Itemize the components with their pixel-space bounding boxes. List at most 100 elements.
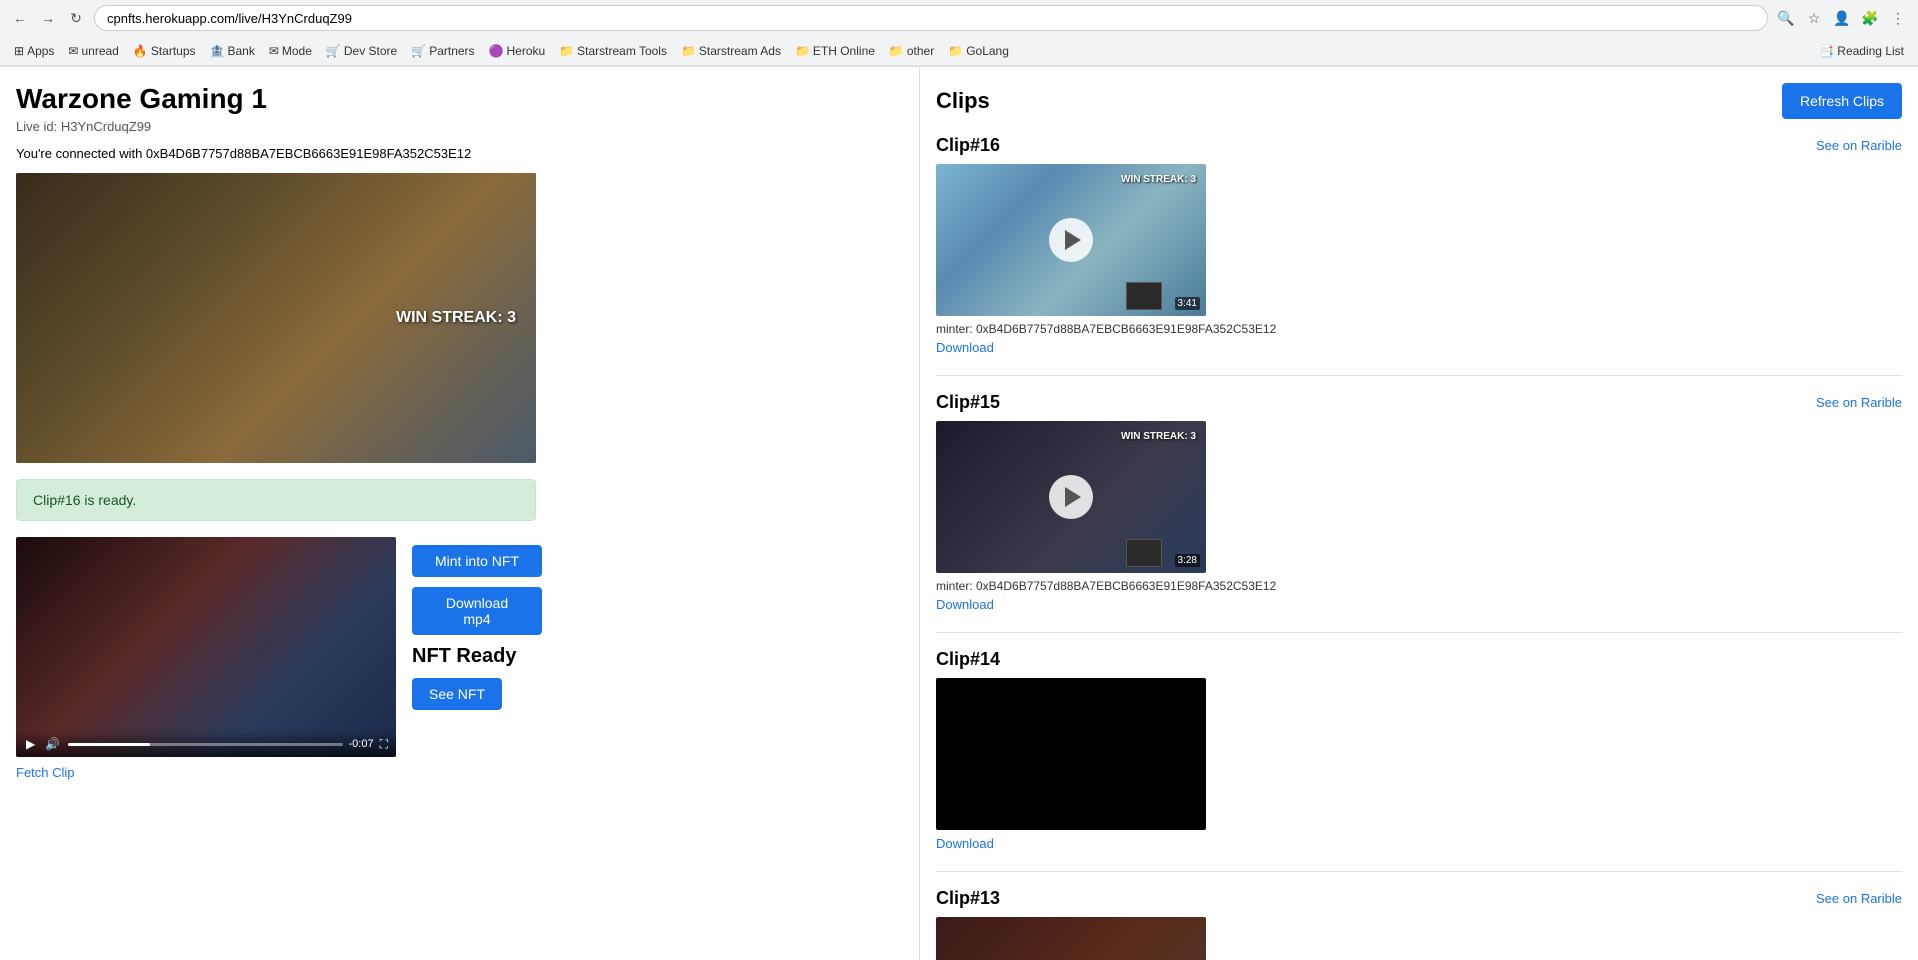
connected-message: You're connected with 0xB4D6B7757d88BA7E… [16,146,903,161]
clip16-number: Clip#16 [936,135,1000,156]
clip-item: Clip#14 Download [936,649,1902,872]
mint-nft-button[interactable]: Mint into NFT [412,545,542,577]
clip16-see-on-rarible[interactable]: See on Rarible [1816,138,1902,153]
bookmark-golang[interactable]: 📁 GoLang [942,42,1015,60]
bookmark-heroku[interactable]: 🟣 Heroku [483,42,552,60]
clip13-number: Clip#13 [936,888,1000,909]
download-mp4-button[interactable]: Download mp4 [412,587,542,635]
browser-toolbar: ← → ↻ 🔍 ☆ 👤 🧩 ⋮ [0,0,1918,36]
folder-icon: 📁 [559,44,574,58]
mute-button[interactable]: 🔊 [43,735,62,753]
reading-list-icon: 📑 [1819,44,1834,58]
clip15-download-link[interactable]: Download [936,597,1902,612]
clip-item: Clip#15 See on Rarible WIN STREAK: 3 3:2… [936,392,1902,633]
clip13-see-on-rarible[interactable]: See on Rarible [1816,891,1902,906]
clip16-header: Clip#16 See on Rarible [936,135,1902,156]
play-triangle-icon [1065,230,1081,250]
main-container: Warzone Gaming 1 Live id: H3YnCrduqZ99 Y… [0,67,1918,960]
mode-icon: ✉ [269,44,279,58]
clip16-download-link[interactable]: Download [936,340,1902,355]
clip14-download-link[interactable]: Download [936,836,1902,851]
bookmark-partners[interactable]: 🛒 Partners [405,42,480,60]
clip15-see-on-rarible[interactable]: See on Rarible [1816,395,1902,410]
nft-ready-label: NFT Ready [412,645,542,668]
bookmark-other[interactable]: 📁 other [883,42,940,60]
bookmark-startups[interactable]: 🔥 Startups [127,42,202,60]
clip15-time: 3:28 [1175,554,1200,567]
clip14-thumbnail [936,678,1206,830]
star-icon[interactable]: ☆ [1802,6,1826,30]
bookmarks-bar: ⊞ Apps ✉ unread 🔥 Startups 🏦 Bank ✉ Mode… [0,36,1918,66]
search-icon[interactable]: 🔍 [1774,6,1798,30]
menu-icon[interactable]: ⋮ [1886,6,1910,30]
clip-item: Clip#13 See on Rarible [936,888,1902,960]
browser-icons: 🔍 ☆ 👤 🧩 ⋮ [1774,6,1910,30]
right-panel: Clips Refresh Clips Clip#16 See on Rarib… [920,67,1918,960]
nav-buttons: ← → ↻ [8,6,88,30]
folder3-icon: 📁 [795,44,810,58]
forward-button[interactable]: → [36,6,60,30]
refresh-clips-button[interactable]: Refresh Clips [1782,83,1902,119]
play-button[interactable]: ▶ [24,735,37,753]
clip16-time: 3:41 [1175,297,1200,310]
bookmark-devstore[interactable]: 🛒 Dev Store [320,42,403,60]
clip15-number: Clip#15 [936,392,1000,413]
profile-icon[interactable]: 👤 [1830,6,1854,30]
clip-section: ▶ 🔊 -0:07 ⛶ Mint into NFT Download mp4 N… [16,537,903,757]
clip15-cam [1126,539,1162,567]
see-nft-button[interactable]: See NFT [412,678,502,710]
main-video-inner: WIN STREAK: 3 [16,173,536,463]
bookmark-unread[interactable]: ✉ unread [62,42,124,60]
bookmark-starstream-tools[interactable]: 📁 Starstream Tools [553,42,673,60]
clip16-minter: minter: 0xB4D6B7757d88BA7EBCB6663E91E98F… [936,322,1902,336]
video-controls: ▶ 🔊 -0:07 ⛶ [16,731,396,757]
partners-icon: 🛒 [411,44,426,58]
bookmark-mode[interactable]: ✉ Mode [263,42,318,60]
fetch-clip-link[interactable]: Fetch Clip [16,765,903,780]
clip15-play-btn[interactable] [1049,475,1093,519]
clip15-header: Clip#15 See on Rarible [936,392,1902,413]
clip16-cam [1126,282,1162,310]
live-id: Live id: H3YnCrduqZ99 [16,119,903,134]
folder4-icon: 📁 [889,44,904,58]
fullscreen-button[interactable]: ⛶ [380,737,388,752]
address-bar[interactable] [94,5,1768,31]
browser-chrome: ← → ↻ 🔍 ☆ 👤 🧩 ⋮ ⊞ Apps ✉ unread 🔥 Startu… [0,0,1918,67]
time-display: -0:07 [349,738,374,750]
main-video: WIN STREAK: 3 [16,173,536,463]
live-id-label: Live id: [16,119,57,134]
progress-bar[interactable] [68,743,342,746]
reload-button[interactable]: ↻ [64,6,88,30]
left-panel: Warzone Gaming 1 Live id: H3YnCrduqZ99 Y… [0,67,920,960]
clip-actions: Mint into NFT Download mp4 NFT Ready See… [412,537,542,710]
back-button[interactable]: ← [8,6,32,30]
startups-icon: 🔥 [133,44,148,58]
clip16-play-btn[interactable] [1049,218,1093,262]
page-title: Warzone Gaming 1 [16,83,903,115]
reading-list[interactable]: 📑 Reading List [1813,42,1910,60]
play-triangle-icon [1065,487,1081,507]
unread-icon: ✉ [68,44,78,58]
clip15-thumbnail[interactable]: WIN STREAK: 3 3:28 [936,421,1206,573]
clip14-header: Clip#14 [936,649,1902,670]
heroku-icon: 🟣 [489,44,504,58]
progress-fill [68,743,150,746]
extensions-icon[interactable]: 🧩 [1858,6,1882,30]
bookmark-starstream-ads[interactable]: 📁 Starstream Ads [675,42,787,60]
bookmark-apps[interactable]: ⊞ Apps [8,42,60,60]
clip15-win-streak: WIN STREAK: 3 [1121,431,1196,442]
folder2-icon: 📁 [681,44,696,58]
live-id-value: H3YnCrduqZ99 [61,119,151,134]
clips-title: Clips [936,88,990,114]
bank-icon: 🏦 [210,44,225,58]
clip-preview-inner [16,537,396,757]
devstore-icon: 🛒 [326,44,341,58]
clip16-thumbnail[interactable]: WIN STREAK: 3 3:41 [936,164,1206,316]
clip-item: Clip#16 See on Rarible WIN STREAK: 3 3:4… [936,135,1902,376]
clip13-thumbnail [936,917,1206,960]
clip16-win-streak: WIN STREAK: 3 [1121,174,1196,185]
bookmark-bank[interactable]: 🏦 Bank [204,42,261,60]
bookmark-eth-online[interactable]: 📁 ETH Online [789,42,881,60]
folder5-icon: 📁 [948,44,963,58]
clip-preview: ▶ 🔊 -0:07 ⛶ [16,537,396,757]
